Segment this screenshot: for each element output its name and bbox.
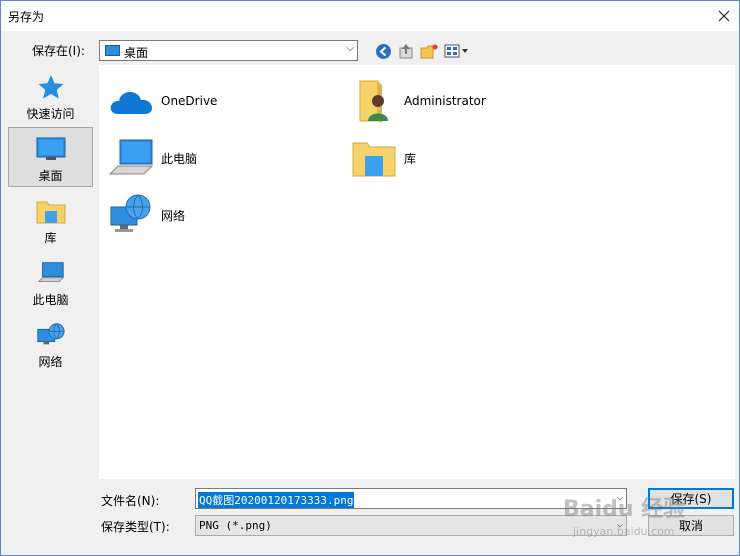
new-folder-button[interactable] bbox=[419, 41, 439, 61]
filename-label: 文件名(N): bbox=[101, 494, 160, 508]
cancel-button[interactable]: 取消 bbox=[648, 515, 734, 536]
save-in-value: 桌面 bbox=[124, 46, 149, 60]
place-quick-access[interactable]: 快速访问 bbox=[8, 66, 93, 124]
new-folder-icon bbox=[420, 44, 437, 58]
item-label: 此电脑 bbox=[161, 151, 198, 166]
chevron-down-icon: ⌵ bbox=[346, 43, 354, 54]
view-menu-button[interactable] bbox=[443, 41, 471, 61]
chevron-down-icon: ⌵ bbox=[616, 519, 623, 530]
list-item-library[interactable]: 库 bbox=[350, 134, 416, 182]
network-icon bbox=[36, 323, 65, 345]
library-folder-icon bbox=[36, 201, 65, 224]
back-icon bbox=[375, 43, 391, 59]
this-pc-icon bbox=[108, 139, 154, 175]
filetype-dropdown[interactable]: PNG (*.png) ⌵ bbox=[195, 515, 627, 536]
chevron-down-icon[interactable]: ⌵ bbox=[617, 492, 623, 503]
quick-access-star-icon bbox=[38, 75, 63, 99]
filetype-label: 保存类型(T): bbox=[101, 520, 170, 534]
save-as-dialog: 另存为 保存在(I): 桌面 ⌵ 快速访问 桌面 库 此电脑 网络 OneDri… bbox=[0, 0, 740, 556]
user-folder-icon bbox=[359, 80, 388, 123]
filename-field[interactable]: QQ截图20200120173333.png ⌵ bbox=[195, 488, 627, 509]
filename-value: QQ截图20200120173333.png bbox=[198, 492, 355, 508]
save-button[interactable]: 保存(S) bbox=[648, 488, 734, 509]
place-label: 网络 bbox=[38, 355, 63, 369]
place-label: 此电脑 bbox=[32, 293, 69, 307]
up-folder-button[interactable] bbox=[396, 41, 416, 61]
view-menu-icon bbox=[444, 44, 468, 58]
place-library[interactable]: 库 bbox=[8, 190, 93, 248]
library-folder-icon bbox=[352, 142, 396, 177]
list-item-network[interactable]: 网络 bbox=[107, 191, 185, 239]
window-title: 另存为 bbox=[8, 10, 45, 24]
file-list-view[interactable]: OneDrive Administrator 此电脑 库 网络 bbox=[99, 65, 735, 479]
place-label: 库 bbox=[44, 231, 57, 245]
filetype-value: PNG (*.png) bbox=[199, 519, 272, 532]
item-label: Administrator bbox=[404, 94, 486, 108]
places-bar: 快速访问 桌面 库 此电脑 网络 bbox=[6, 64, 95, 477]
up-folder-icon bbox=[399, 44, 413, 59]
save-in-dropdown[interactable]: 桌面 ⌵ bbox=[99, 40, 358, 61]
item-label: OneDrive bbox=[161, 94, 218, 108]
list-item-this-pc[interactable]: 此电脑 bbox=[107, 134, 197, 182]
this-pc-icon bbox=[37, 262, 64, 282]
title-bar: 另存为 bbox=[1, 1, 739, 31]
place-this-pc[interactable]: 此电脑 bbox=[8, 252, 93, 310]
list-item-onedrive[interactable]: OneDrive bbox=[107, 77, 217, 125]
desktop-icon bbox=[36, 137, 65, 160]
place-label: 快速访问 bbox=[26, 107, 75, 121]
item-label: 网络 bbox=[161, 208, 186, 223]
place-network[interactable]: 网络 bbox=[8, 314, 93, 372]
back-button[interactable] bbox=[373, 41, 393, 61]
list-item-administrator[interactable]: Administrator bbox=[350, 77, 486, 125]
place-desktop[interactable]: 桌面 bbox=[8, 127, 93, 187]
close-button[interactable] bbox=[709, 1, 739, 31]
save-in-label: 保存在(I): bbox=[32, 44, 85, 58]
onedrive-cloud-icon bbox=[110, 92, 152, 114]
close-icon bbox=[718, 10, 730, 22]
network-icon bbox=[110, 194, 151, 232]
place-label: 桌面 bbox=[38, 169, 63, 183]
desktop-icon bbox=[105, 45, 120, 56]
item-label: 库 bbox=[404, 151, 417, 166]
